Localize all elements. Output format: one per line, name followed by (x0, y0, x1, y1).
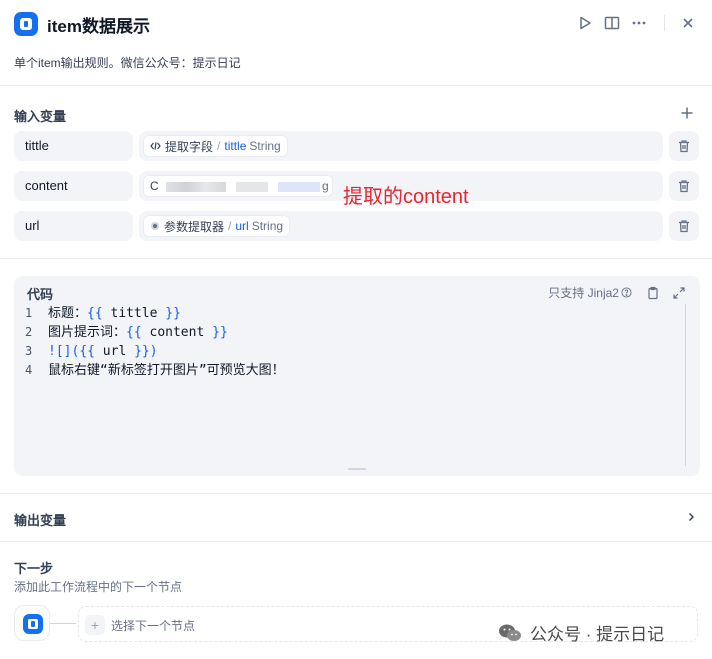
delete-variable-button[interactable] (669, 211, 699, 241)
trash-icon (679, 140, 689, 153)
variable-reference-chip-blurred: C g (143, 175, 333, 197)
code-label: 代码 (27, 287, 54, 302)
divider (0, 258, 712, 259)
add-variable-icon[interactable] (680, 106, 694, 120)
partial-text-end: g (322, 179, 329, 193)
resize-handle[interactable] (348, 468, 366, 470)
variable-value-selector[interactable]: 提取字段 / tittle String (139, 131, 663, 161)
code-toolbar: 只支持 Jinja2 (548, 284, 686, 301)
variable-type: String (251, 219, 284, 233)
variable-name-field[interactable]: tittle (14, 131, 133, 161)
partial-text-start: C (150, 179, 159, 193)
next-step-subtitle: 添加此工作流程中的下一个节点 (14, 580, 183, 594)
path-separator: / (228, 219, 232, 233)
divider (0, 541, 712, 542)
help-icon[interactable] (621, 287, 632, 298)
variable-reference-chip: 参数提取器 / url String (143, 215, 291, 237)
plus-icon: + (85, 615, 105, 635)
chevron-right-icon (689, 513, 694, 521)
run-icon[interactable] (576, 14, 594, 32)
line-number: 3 (25, 344, 33, 358)
input-variables-label: 输入变量 (14, 109, 67, 124)
trash-icon (679, 220, 689, 233)
header-divider (664, 15, 665, 31)
delete-variable-button[interactable] (669, 171, 699, 201)
line-number: 4 (25, 363, 33, 377)
variable-field-name: tittle (224, 139, 247, 153)
divider (0, 85, 712, 86)
close-icon[interactable] (679, 14, 697, 32)
expand-icon[interactable] (672, 286, 686, 300)
variable-reference-chip: 提取字段 / tittle String (143, 135, 288, 157)
panel-header: item数据展示 (0, 0, 712, 46)
next-step-title: 下一步 (14, 561, 54, 576)
variable-name-field[interactable]: url (14, 211, 133, 241)
variable-type: String (249, 139, 281, 153)
trash-icon (679, 180, 689, 193)
current-node (14, 605, 50, 641)
code-scrollbar[interactable] (685, 304, 686, 466)
code-editor[interactable]: 代码 只支持 Jinja2 1 标题：{{ tittle }} 2 图片提示词：… (14, 276, 700, 476)
line-number: 1 (25, 306, 33, 320)
source-node-name: 参数提取器 (164, 219, 225, 234)
code-extract-icon (150, 142, 161, 150)
more-icon[interactable] (630, 14, 648, 32)
node-title[interactable]: item数据展示 (47, 12, 150, 37)
output-variables-label: 输出变量 (14, 513, 67, 528)
code-node-icon (23, 614, 43, 634)
red-annotation-text: 提取的content (343, 186, 469, 208)
book-icon[interactable] (603, 14, 621, 32)
line-number: 2 (25, 325, 33, 339)
jinja-support-note: 只支持 Jinja2 (548, 286, 619, 300)
copy-icon[interactable] (646, 286, 660, 300)
select-next-node-label: 选择下一个节点 (111, 619, 196, 633)
watermark: 公众号 · 提示日记 (498, 620, 664, 645)
variable-field-name: url (235, 219, 249, 233)
delete-variable-button[interactable] (669, 131, 699, 161)
source-node-name: 提取字段 (165, 139, 214, 154)
variable-value-selector[interactable]: 参数提取器 / url String (139, 211, 663, 241)
connector-line (50, 623, 76, 624)
parameter-extractor-icon (151, 222, 159, 230)
node-description[interactable]: 单个item输出规则。微信公众号：提示日记 (14, 54, 241, 71)
variable-name-field[interactable]: content (14, 171, 133, 201)
watermark-text: 公众号 · 提示日记 (530, 625, 665, 644)
output-variables-row[interactable]: 输出变量 (0, 494, 712, 541)
code-body[interactable]: 1 标题：{{ tittle }} 2 图片提示词：{{ content }} … (14, 304, 700, 476)
code-node-icon (14, 12, 38, 36)
wechat-icon (499, 624, 521, 641)
path-separator: / (217, 139, 221, 153)
